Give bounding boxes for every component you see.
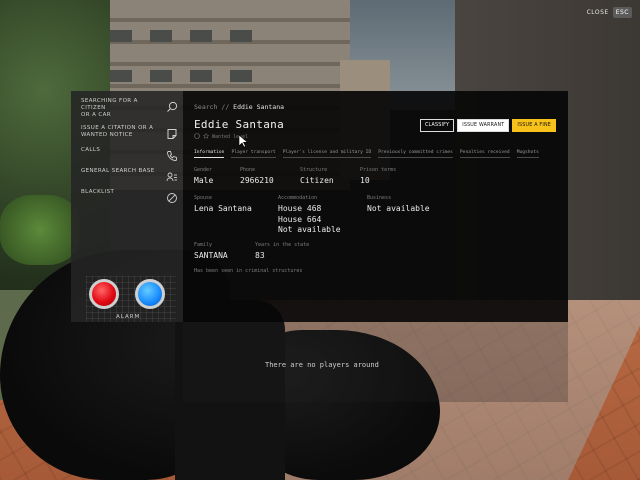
field-label: Years in the state: [255, 242, 310, 248]
info-circle-icon: [194, 133, 200, 141]
sidebar-item-label: WANTED NOTICE: [81, 132, 133, 138]
field-value: SANTANA: [194, 251, 228, 260]
sidebar-item-label: BLACKLIST: [81, 189, 115, 195]
blue-alarm-button[interactable]: [135, 279, 165, 309]
field-value: Citizen: [300, 176, 334, 185]
sidebar-item-search[interactable]: SEARCHING FOR A CITIZEN OR A CAR: [81, 98, 178, 119]
field-business: Business Not available: [367, 195, 430, 215]
field-label: Phone: [240, 167, 256, 173]
field-phone: Phone 2966210: [240, 167, 274, 187]
criminal-note: Has been seen in criminal structures: [194, 268, 303, 274]
field-value: House 664: [278, 214, 322, 224]
note-icon: [166, 125, 178, 139]
tab-mugshots[interactable]: Mugshots: [516, 150, 539, 158]
bush: [0, 195, 80, 265]
search-icon: [166, 98, 178, 112]
field-structure: Structure Citizen: [300, 167, 334, 187]
tab-penalties[interactable]: Penalties received: [459, 150, 510, 158]
breadcrumb-separator: //: [221, 103, 230, 111]
field-years-in-state: Years in the state 83: [255, 242, 309, 262]
field-spouse: Spouse Lena Santana: [194, 195, 252, 215]
citizen-details: Search // Eddie Santana Eddie Santana Wa…: [183, 91, 568, 322]
sidebar-item-calls[interactable]: CALLS: [81, 147, 178, 161]
field-value: House 468: [278, 204, 322, 213]
field-family: Family SANTANA: [194, 242, 228, 262]
sidebar-item-general-search[interactable]: GENERAL SEARCH BASE: [81, 168, 178, 182]
tab-license-military-id[interactable]: Player's license and military ID: [282, 150, 372, 158]
red-alarm-button[interactable]: [89, 279, 119, 309]
classify-button[interactable]: CLASSIFY: [419, 119, 455, 132]
breadcrumb-root[interactable]: Search: [194, 103, 217, 111]
field-value: Lena Santana: [194, 204, 252, 213]
star-icon[interactable]: [202, 132, 210, 141]
sidebar: SEARCHING FOR A CITIZEN OR A CAR ISSUE A…: [71, 91, 183, 322]
sidebar-item-citation[interactable]: ISSUE A CITATION OR A WANTED NOTICE: [81, 125, 178, 139]
esc-key-badge: ESC: [612, 7, 632, 18]
sidebar-item-label: CITIZEN: [81, 105, 106, 111]
field-label: Family: [194, 242, 213, 248]
sidebar-item-label: OR A CAR: [81, 112, 112, 118]
alarm-label: ALARM: [116, 314, 141, 320]
field-value: Not available: [278, 225, 341, 234]
tab-player-transport[interactable]: Player transport: [231, 150, 276, 158]
issue-fine-button[interactable]: ISSUE A FINE: [512, 119, 556, 132]
block-icon: [166, 189, 178, 203]
field-label: Accommodation: [278, 195, 318, 201]
sidebar-item-label: SEARCHING FOR A: [81, 98, 138, 104]
tab-bar: Information Player transport Player's li…: [194, 150, 539, 158]
field-label: Gender: [194, 167, 213, 173]
sidebar-item-label: ISSUE A CITATION OR A: [81, 125, 154, 131]
tab-previous-crimes[interactable]: Previously committed crimes: [378, 150, 453, 158]
sidebar-item-label: GENERAL SEARCH BASE: [81, 168, 155, 174]
sidebar-item-blacklist[interactable]: BLACKLIST: [81, 189, 178, 203]
action-buttons: CLASSIFY ISSUE WARRANT ISSUE A FINE: [419, 119, 556, 132]
field-prison-terms: Prison terms 10: [360, 167, 396, 187]
field-label: Spouse: [194, 195, 213, 201]
close-button[interactable]: CLOSE ESC: [587, 7, 632, 18]
field-value: 2966210: [240, 176, 274, 185]
field-value: 83: [255, 251, 265, 260]
users-list-icon: [166, 168, 178, 182]
police-computer-panel: SEARCHING FOR A CITIZEN OR A CAR ISSUE A…: [71, 91, 568, 322]
field-accommodation: Accommodation House 468 House 664 Not av…: [278, 195, 341, 236]
tab-information[interactable]: Information: [194, 150, 225, 158]
breadcrumb-current: Eddie Santana: [233, 103, 285, 111]
no-players-message: There are no players around: [265, 361, 379, 369]
close-label: CLOSE: [586, 9, 609, 16]
field-label: Structure: [300, 167, 328, 173]
phone-icon: [166, 147, 178, 161]
field-value: Male: [194, 176, 214, 185]
person-name: Eddie Santana: [194, 118, 284, 131]
field-gender: Gender Male: [194, 167, 213, 187]
alarm-area: ALARM: [86, 276, 176, 322]
field-value: 10: [360, 176, 370, 185]
breadcrumb: Search // Eddie Santana: [194, 103, 284, 111]
field-label: Prison terms: [360, 167, 397, 173]
sidebar-item-label: CALLS: [81, 147, 101, 153]
field-value: Not available: [367, 204, 430, 213]
field-label: Business: [367, 195, 392, 201]
issue-warrant-button[interactable]: ISSUE WARRANT: [457, 119, 510, 132]
